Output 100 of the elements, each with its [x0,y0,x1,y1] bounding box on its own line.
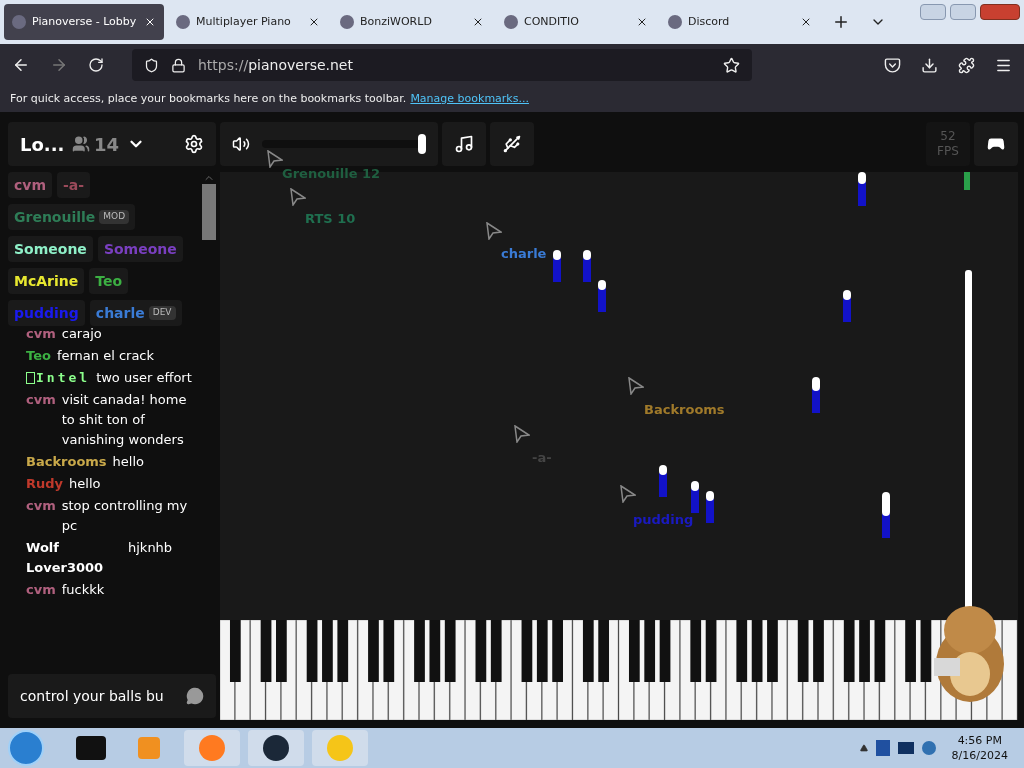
cursor-icon [514,425,530,443]
user-name: Someone [103,239,177,259]
cursor-icon [290,188,306,206]
close-icon[interactable] [308,16,320,28]
user-name: Someone [14,239,87,259]
slider-thumb[interactable] [418,134,426,154]
falling-note [843,290,851,322]
chat-message: hello [112,453,145,471]
user-name: Grenouille [14,207,96,227]
usb-icon [502,134,522,154]
browser-tab[interactable]: Discord [660,4,820,40]
new-tab-icon[interactable] [832,13,850,31]
falling-note [691,481,699,513]
falling-note [659,465,667,497]
user-chip[interactable]: charle DEV [89,300,182,326]
chat-username: Teo [26,347,51,365]
lock-icon [171,57,186,73]
chat-username: Intel [36,369,91,387]
user-name: McArine [14,271,79,291]
user-chip[interactable]: Grenouille MOD [8,204,136,230]
chat-username: cvm [26,325,56,343]
user-count: 14 [94,132,120,157]
tab-favicon-icon [12,15,26,29]
close-icon[interactable] [800,16,812,28]
falling-note [858,172,866,206]
shield-icon [144,57,159,73]
address-bar[interactable]: https://pianoverse.net [132,49,752,81]
clock[interactable]: 4:56 PM 8/16/2024 [943,733,1016,763]
chat-message: fernan el crack [56,347,156,365]
chat-username: cvm [26,581,56,599]
user-chip[interactable]: McArine [8,268,85,294]
tab-title: Multiplayer Piano [196,13,292,30]
cursor-icon [628,377,644,395]
close-button[interactable] [980,4,1020,20]
chat-message: hjknhb [128,539,174,557]
chat-message: two user effort [96,369,193,387]
star-icon[interactable] [723,56,740,74]
close-icon[interactable] [144,16,156,28]
chat-username: cvm [26,391,56,409]
piano-keyboard-drawing[interactable] [220,620,1018,720]
tab-title: BonziWORLD [360,13,433,30]
url-text: https://pianoverse.net [198,55,353,75]
user-name: pudding [14,303,79,323]
falling-note [882,492,890,538]
user-name: charle [95,303,145,323]
user-chip[interactable]: Teo [89,268,129,294]
user-badge: MOD [99,210,130,224]
tab-favicon-icon [504,15,518,29]
browser-tab[interactable]: Pianoverse - Lobby [4,4,164,40]
browser-tab[interactable]: CONDITIO [496,4,656,40]
cursor-icon [620,485,636,503]
cursor-name: Backrooms [644,401,725,419]
tab-favicon-icon [176,15,190,29]
falling-note [964,172,970,190]
room-name[interactable]: Lo... [8,130,72,158]
cursor-name: charle [501,245,547,263]
user-name: Teo [95,271,123,291]
chat-username: Rudy [26,475,64,493]
settings-icon[interactable] [184,134,204,154]
discord-button[interactable] [974,122,1018,166]
back-icon[interactable] [12,56,30,74]
tray-arrow-icon[interactable] [859,744,868,752]
pocket-icon[interactable] [884,56,901,74]
browser-tab[interactable]: BonziWORLD [332,4,492,40]
chat-username: Backrooms [26,453,107,471]
reload-icon[interactable] [88,57,104,73]
music-note-icon [454,134,474,154]
close-icon[interactable] [636,16,648,28]
falling-note [583,250,591,282]
manage-bookmarks-link[interactable]: Manage bookmarks... [410,90,529,108]
user-name: cvm [14,175,46,195]
cursor-name: pudding [633,511,694,529]
user-name: -a- [63,175,85,195]
extensions-icon[interactable] [958,56,975,74]
tab-title: Discord [688,13,731,30]
tab-title: Pianoverse - Lobby [32,13,138,30]
forward-icon[interactable] [50,56,68,74]
falling-note [598,280,606,312]
download-icon[interactable] [921,56,938,74]
tab-favicon-icon [668,15,682,29]
usb-button[interactable] [490,122,534,166]
bookmarks-hint: For quick access, place your bookmarks here on the bookmarks toolbar. [10,90,407,107]
chat-input-field[interactable]: control your balls bu [8,674,216,718]
tab-title: CONDITIO [524,13,580,30]
chat-message: fuckkk [61,581,106,599]
volume-slider[interactable] [262,134,426,154]
user-chip[interactable]: Someone [8,236,93,262]
falling-note [553,250,561,282]
scrollbar-thumb[interactable] [202,184,216,240]
user-chip[interactable]: cvm [8,172,52,198]
send-icon[interactable] [186,687,204,705]
close-icon[interactable] [472,16,484,28]
music-button[interactable] [442,122,486,166]
volume-icon[interactable] [232,135,250,153]
tab-favicon-icon [340,15,354,29]
user-emblem-icon [26,372,35,384]
users-icon [72,135,90,153]
start-button[interactable] [8,730,44,766]
cursor-icon [267,150,283,168]
browser-tab[interactable]: Multiplayer Piano [168,4,328,40]
